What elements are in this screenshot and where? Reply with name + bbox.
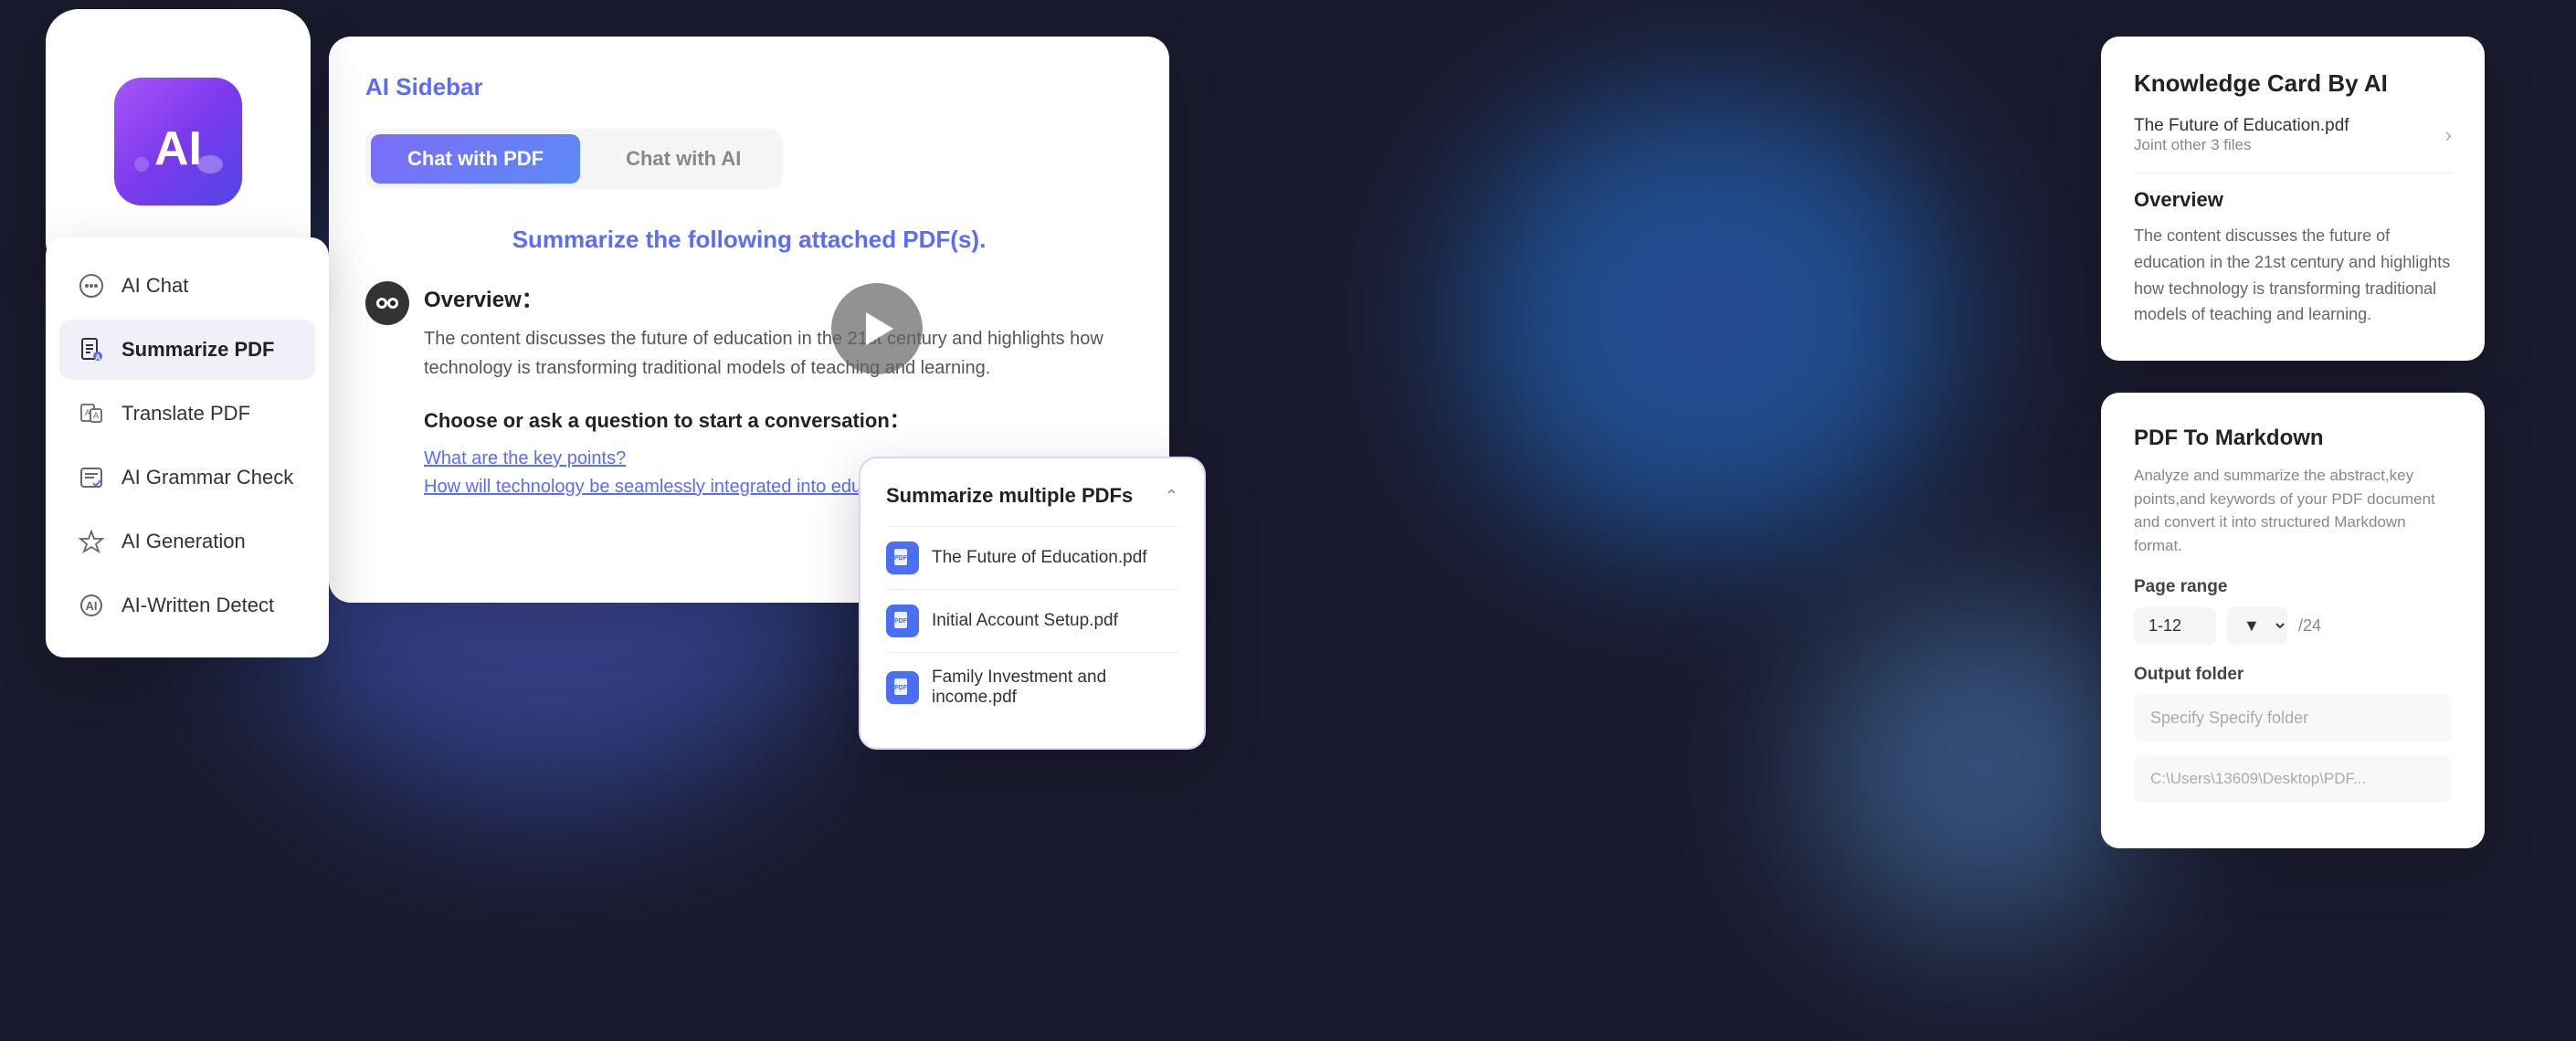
tab-chat-pdf[interactable]: Chat with PDF [371,134,580,184]
summarize-pdfs-title: Summarize multiple PDFs [886,484,1133,508]
panel-title: AI Sidebar [365,73,1133,101]
chat-prompt: Summarize the following attached PDF(s). [365,226,1133,254]
translate-pdf-icon: AA [76,398,107,429]
output-folder-placeholder-box[interactable]: Specify Specify folder [2134,694,2452,742]
ai-logo-icon: AI [114,78,242,205]
sidebar-label-ai-generation: AI Generation [121,530,246,553]
page-range-label: Page range [2134,577,2452,597]
sidebar-item-ai-grammar-check[interactable]: AI Grammar Check [59,447,315,508]
svg-text:A: A [95,353,100,362]
svg-text:A: A [93,411,99,420]
pdf-list-item-3[interactable]: PDF Family Investment and income.pdf [886,652,1178,722]
svg-text:PDF: PDF [894,555,908,562]
sidebar-label-ai-written-detect: AI-Written Detect [121,594,274,617]
sidebar-item-ai-written-detect[interactable]: AI AI-Written Detect [59,575,315,636]
svg-text:PDF: PDF [894,618,908,625]
ai-written-detect-icon: AI [76,590,107,621]
summarize-pdf-icon: A [76,334,107,365]
knowledge-file-info: The Future of Education.pdf Joint other … [2134,116,2445,154]
tab-chat-ai[interactable]: Chat with AI [589,134,777,184]
pdf-filename-1: The Future of Education.pdf [932,548,1147,568]
sidebar-label-summarize-pdf: Summarize PDF [121,338,275,362]
summarize-header: Summarize multiple PDFs ⌃ [886,484,1178,508]
summarize-pdfs-card: Summarize multiple PDFs ⌃ PDF The Future… [859,457,1206,750]
ai-generation-icon [76,526,107,557]
logo-card: AI [46,9,311,274]
output-folder-placeholder-text: Specify Specify folder [2150,709,2435,728]
page-range-input[interactable] [2134,607,2216,645]
output-folder-path-text: C:\Users\13609\Desktop\PDF... [2150,770,2435,788]
pdf-markdown-card: PDF To Markdown Analyze and summarize th… [2101,393,2485,848]
ai-avatar [365,281,409,325]
pdf-icon-1: PDF [886,542,919,574]
output-folder-label: Output folder [2134,665,2452,685]
knowledge-overview-heading: Overview [2134,188,2452,212]
chevron-down-icon[interactable]: ⌃ [1165,487,1178,506]
overview-text: The content discusses the future of educ… [424,324,1133,383]
sidebar-label-grammar-check: AI Grammar Check [121,466,293,489]
knowledge-filename: The Future of Education.pdf [2134,116,2445,136]
sidebar-menu-card: AI Chat A Summarize PDF AA Translate PDF… [46,237,329,657]
knowledge-file-row[interactable]: The Future of Education.pdf Joint other … [2134,116,2452,154]
sidebar-item-translate-pdf[interactable]: AA Translate PDF [59,384,315,444]
divider-1 [2134,173,2452,174]
play-triangle-icon [866,312,893,345]
pdf-list-item-1[interactable]: PDF The Future of Education.pdf [886,526,1178,589]
sidebar-label-ai-chat: AI Chat [121,274,188,298]
page-range-row: ▼ /24 [2134,606,2452,645]
overview-title: Overview： [424,281,1133,313]
svg-text:AI: AI [86,599,98,613]
ai-grammar-check-icon [76,462,107,493]
chevron-right-icon: › [2445,123,2452,147]
pdf-list-item-2[interactable]: PDF Initial Account Setup.pdf [886,589,1178,652]
sidebar-item-summarize-pdf[interactable]: A Summarize PDF [59,320,315,380]
page-total: /24 [2298,616,2321,636]
sidebar-item-ai-generation[interactable]: AI Generation [59,511,315,572]
sidebar-item-ai-chat[interactable]: AI Chat [59,256,315,316]
tab-row: Chat with PDF Chat with AI [365,129,783,189]
play-button[interactable] [831,283,923,374]
knowledge-card-title: Knowledge Card By AI [2134,69,2452,98]
questions-title: Choose or ask a question to start a conv… [424,405,1133,434]
output-folder-path-box: C:\Users\13609\Desktop\PDF... [2134,755,2452,803]
knowledge-card: Knowledge Card By AI The Future of Educa… [2101,37,2485,361]
page-range-select[interactable]: ▼ [2227,606,2287,645]
knowledge-joint-text: Joint other 3 files [2134,136,2445,154]
pdf-md-title: PDF To Markdown [2134,426,2452,451]
knowledge-overview-text: The content discusses the future of educ… [2134,223,2452,328]
ai-chat-icon [76,270,107,301]
pdf-filename-3: Family Investment and income.pdf [932,668,1178,708]
pdf-icon-2: PDF [886,605,919,637]
pdf-icon-3: PDF [886,671,919,704]
svg-text:PDF: PDF [894,685,908,691]
svg-text:AI: AI [154,122,202,175]
pdf-md-description: Analyze and summarize the abstract,key p… [2134,464,2452,557]
sidebar-label-translate-pdf: Translate PDF [121,402,250,426]
pdf-filename-2: Initial Account Setup.pdf [932,611,1118,631]
